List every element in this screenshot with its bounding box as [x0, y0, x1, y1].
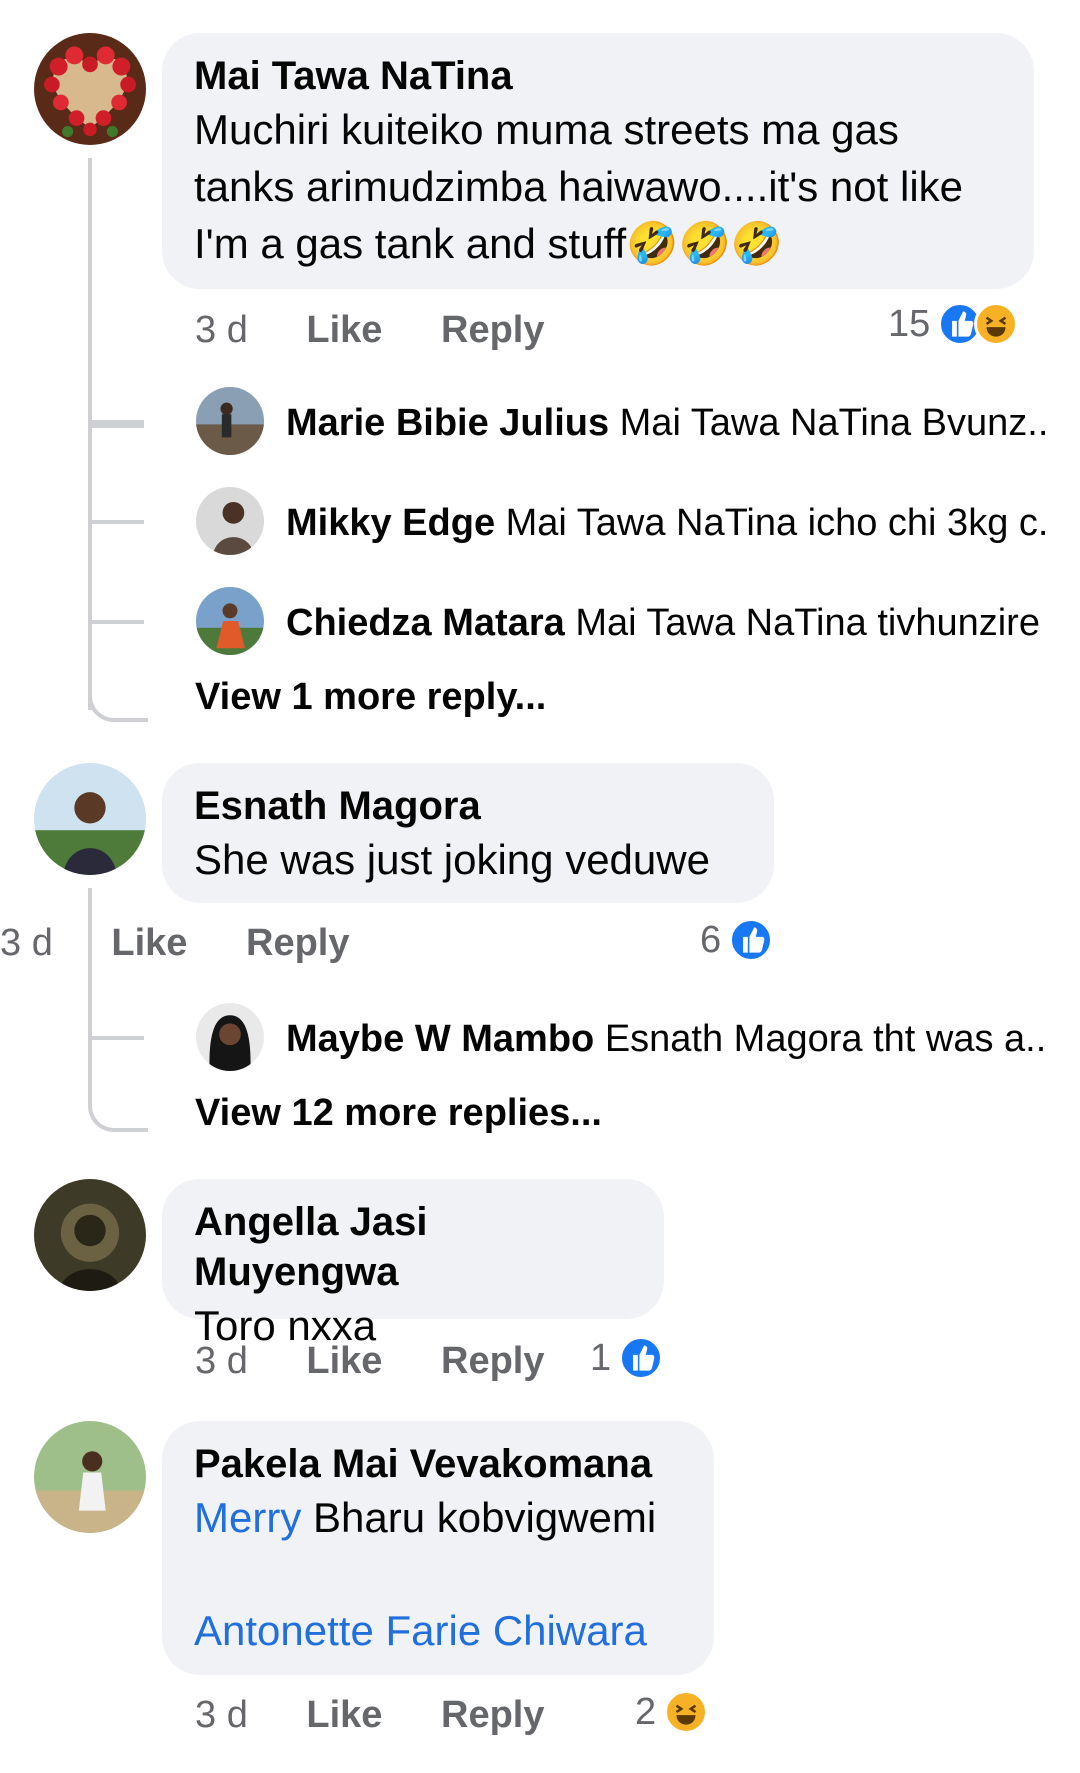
thread-branch — [88, 520, 144, 524]
comment-text: Merry Bharu kobvigwemi — [194, 1494, 657, 1541]
reply-button[interactable]: Reply — [441, 1694, 544, 1736]
comment-author[interactable]: Mai Tawa NaTina — [194, 51, 1002, 101]
comment-actions: 3 d Like Reply — [195, 1690, 615, 1740]
reaction-summary[interactable]: 15 — [888, 300, 1019, 348]
comment-time[interactable]: 3 d — [195, 1340, 248, 1382]
like-icon — [619, 1336, 664, 1380]
reply-text: Mai Tawa NaTina Bvunz... — [619, 402, 1046, 444]
haha-icon — [974, 302, 1019, 346]
reaction-count: 1 — [590, 1337, 612, 1379]
reply-author[interactable]: Maybe W Mambo — [286, 1018, 594, 1060]
thread-branch — [88, 1036, 148, 1132]
reaction-count: 15 — [888, 303, 931, 345]
like-button[interactable]: Like — [306, 1340, 382, 1382]
reply-button[interactable]: Reply — [441, 1340, 544, 1382]
like-button[interactable]: Like — [111, 922, 187, 964]
comment-actions: 3 d Like Reply — [195, 305, 615, 355]
reaction-summary[interactable]: 2 — [635, 1688, 709, 1736]
reply-author[interactable]: Marie Bibie Julius — [286, 402, 609, 444]
reply-text: Esnath Magora tht was a... — [604, 1018, 1046, 1060]
rofl-emoji-icon: 🤣🤣🤣 — [626, 219, 784, 268]
view-more-replies-link[interactable]: View 1 more reply... — [195, 672, 546, 722]
person-avatar-icon — [196, 387, 264, 455]
comment-mention-line: Antonette Farie Chiwara — [194, 1602, 682, 1659]
reply-button[interactable]: Reply — [441, 309, 544, 351]
comment-author[interactable]: Esnath Magora — [194, 781, 742, 831]
like-button[interactable]: Like — [306, 309, 382, 351]
reply-author[interactable]: Mikky Edge — [286, 502, 495, 544]
reply-text: Mai Tawa NaTina tivhunzire — [575, 602, 1040, 644]
mention-link[interactable]: Antonette Farie Chiwara — [194, 1607, 647, 1654]
comment-actions: 3 d Like Reply — [195, 1336, 615, 1386]
comment-author[interactable]: Pakela Mai Vevakomana — [194, 1439, 682, 1489]
haha-icon — [664, 1690, 709, 1734]
thread-line — [88, 158, 92, 388]
reply-item[interactable]: Chiedza Matara Mai Tawa NaTina tivhunzir… — [286, 598, 1046, 648]
like-button[interactable]: Like — [306, 1694, 382, 1736]
avatar[interactable] — [196, 387, 264, 455]
comment-time[interactable]: 3 d — [0, 922, 53, 964]
view-more-replies-link[interactable]: View 12 more replies... — [195, 1088, 602, 1138]
reaction-summary[interactable]: 6 — [700, 916, 774, 964]
comment-author[interactable]: Angella Jasi Muyengwa — [194, 1197, 632, 1297]
reaction-count: 6 — [700, 919, 722, 961]
comment-text: Muchiri kuiteiko muma streets ma gas tan… — [194, 106, 964, 268]
strawberry-heart-avatar-icon — [34, 33, 146, 145]
avatar[interactable] — [34, 1421, 146, 1533]
person-avatar-icon — [34, 1179, 146, 1291]
person-avatar-icon — [196, 587, 264, 655]
avatar[interactable] — [196, 487, 264, 555]
comment-time[interactable]: 3 d — [195, 309, 248, 351]
reply-button[interactable]: Reply — [246, 922, 349, 964]
person-avatar-icon — [196, 1003, 264, 1071]
reply-item[interactable]: Mikky Edge Mai Tawa NaTina icho chi 3kg … — [286, 498, 1046, 548]
avatar[interactable] — [196, 587, 264, 655]
thread-line — [88, 380, 92, 710]
reply-item[interactable]: Maybe W Mambo Esnath Magora tht was a... — [286, 1014, 1046, 1064]
comment-time[interactable]: 3 d — [195, 1694, 248, 1736]
reply-item[interactable]: Marie Bibie Julius Mai Tawa NaTina Bvunz… — [286, 398, 1046, 448]
reaction-count: 2 — [635, 1691, 657, 1733]
person-avatar-icon — [34, 1421, 146, 1533]
thread-branch — [88, 680, 148, 722]
thread-branch — [88, 620, 144, 624]
thread-line — [88, 888, 92, 1038]
comment-bubble[interactable]: Esnath Magora She was just joking veduwe — [162, 763, 774, 903]
comment-bubble[interactable]: Pakela Mai Vevakomana Merry Bharu kobvig… — [162, 1421, 714, 1675]
thread-branch — [88, 420, 144, 424]
comment-text: She was just joking veduwe — [194, 836, 710, 883]
avatar[interactable] — [34, 33, 146, 145]
person-avatar-icon — [34, 763, 146, 875]
reaction-summary[interactable]: 1 — [590, 1334, 664, 1382]
like-icon — [729, 918, 774, 962]
avatar[interactable] — [196, 1003, 264, 1071]
comment-bubble[interactable]: Angella Jasi Muyengwa Toro nxxa — [162, 1179, 664, 1349]
avatar[interactable] — [34, 763, 146, 875]
person-avatar-icon — [196, 487, 264, 555]
mention-link[interactable]: Merry — [194, 1494, 301, 1541]
avatar[interactable] — [34, 1179, 146, 1291]
reply-author[interactable]: Chiedza Matara — [286, 602, 565, 644]
comment-bubble[interactable]: Mai Tawa NaTina Muchiri kuiteiko muma st… — [162, 33, 1034, 289]
reply-text: Mai Tawa NaTina icho chi 3kg c... — [505, 502, 1046, 544]
comment-actions: 3 d Like Reply — [0, 918, 420, 968]
